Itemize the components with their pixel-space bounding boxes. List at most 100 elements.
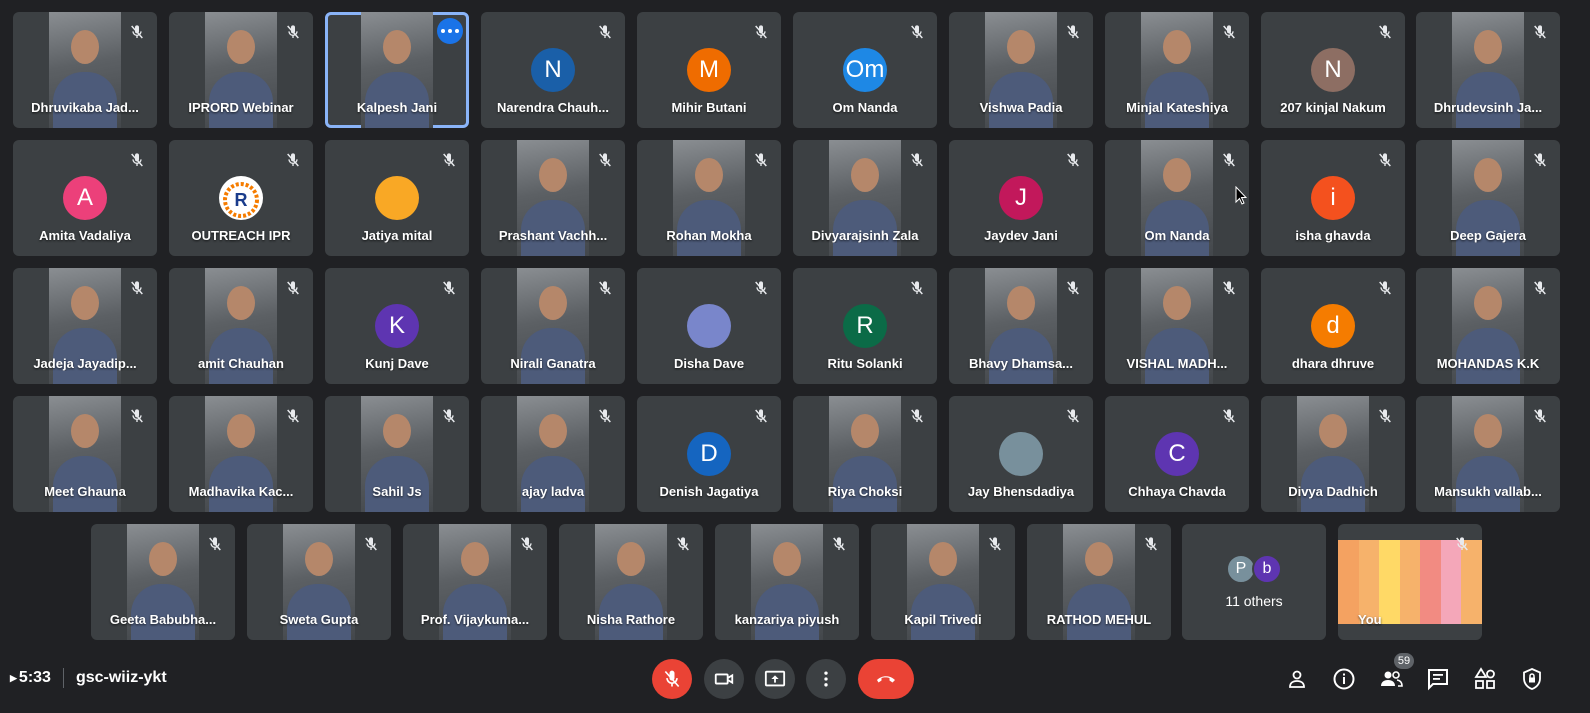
mic-muted-icon bbox=[1063, 22, 1083, 42]
mic-muted-icon bbox=[751, 150, 771, 170]
participant-tile[interactable]: M Mihir Butani bbox=[637, 12, 781, 128]
self-tile[interactable]: You bbox=[1338, 524, 1482, 640]
mic-muted-icon bbox=[595, 22, 615, 42]
participant-tile[interactable]: VISHAL MADH... bbox=[1105, 268, 1249, 384]
participant-tile[interactable]: Prashant Vachh... bbox=[481, 140, 625, 256]
participant-tile[interactable]: IPRORD Webinar bbox=[169, 12, 313, 128]
more-options-button[interactable] bbox=[806, 659, 846, 699]
participant-tile[interactable]: R OUTREACH IPR bbox=[169, 140, 313, 256]
participant-name: Denish Jagatiya bbox=[659, 484, 759, 499]
leave-call-button[interactable] bbox=[858, 659, 914, 699]
participant-tile[interactable]: kanzariya piyush bbox=[715, 524, 859, 640]
participant-tile[interactable]: Kalpesh Jani bbox=[325, 12, 469, 128]
participant-name: Om Nanda bbox=[832, 100, 898, 115]
mouse-cursor-icon bbox=[1235, 186, 1247, 205]
expand-caret-icon[interactable]: ▶ bbox=[10, 673, 17, 684]
participant-avatar: Om bbox=[843, 48, 887, 92]
participant-tile[interactable]: d dhara dhruve bbox=[1261, 268, 1405, 384]
participant-tile[interactable]: Geeta Babubha... bbox=[91, 524, 235, 640]
activities-button[interactable] bbox=[1472, 666, 1498, 692]
participant-name: Jatiya mital bbox=[361, 228, 433, 243]
participant-tile[interactable]: Disha Dave bbox=[637, 268, 781, 384]
camera-toggle-button[interactable] bbox=[704, 659, 744, 699]
security-button[interactable] bbox=[1519, 666, 1545, 692]
participant-tile[interactable]: Divyarajsinh Zala bbox=[793, 140, 937, 256]
participant-tile[interactable]: i isha ghavda bbox=[1261, 140, 1405, 256]
mic-muted-icon bbox=[595, 406, 615, 426]
participant-tile[interactable]: RATHOD MEHUL bbox=[1027, 524, 1171, 640]
participant-tile[interactable]: Minjal Kateshiya bbox=[1105, 12, 1249, 128]
mic-muted-icon bbox=[1063, 406, 1083, 426]
participant-tile[interactable]: Nisha Rathore bbox=[559, 524, 703, 640]
participant-name: Mansukh vallab... bbox=[1434, 484, 1542, 499]
mic-muted-icon bbox=[439, 278, 459, 298]
participant-tile[interactable]: A Amita Vadaliya bbox=[13, 140, 157, 256]
tile-options-button[interactable] bbox=[437, 18, 463, 44]
avatar-initial: D bbox=[700, 440, 718, 467]
participant-tile[interactable]: amit Chauhan bbox=[169, 268, 313, 384]
mic-toggle-button[interactable] bbox=[652, 659, 692, 699]
chat-button[interactable] bbox=[1425, 666, 1451, 692]
participant-tile[interactable]: Sweta Gupta bbox=[247, 524, 391, 640]
mic-muted-icon bbox=[1219, 22, 1239, 42]
participant-tile[interactable]: Vishwa Padia bbox=[949, 12, 1093, 128]
participant-avatar: C bbox=[1155, 432, 1199, 476]
mic-muted-icon bbox=[1375, 278, 1395, 298]
participant-tile[interactable]: D Denish Jagatiya bbox=[637, 396, 781, 512]
participant-tile[interactable]: Dhrudevsinh Ja... bbox=[1416, 12, 1560, 128]
participant-tile[interactable]: Meet Ghauna bbox=[13, 396, 157, 512]
participant-tile[interactable]: Jadeja Jayadip... bbox=[13, 268, 157, 384]
participant-tile[interactable]: Om Nanda bbox=[1105, 140, 1249, 256]
participant-tile[interactable]: Deep Gajera bbox=[1416, 140, 1560, 256]
mic-muted-icon bbox=[439, 150, 459, 170]
participant-tile[interactable]: Nirali Ganatra bbox=[481, 268, 625, 384]
participant-tile[interactable]: K Kunj Dave bbox=[325, 268, 469, 384]
mic-off-icon bbox=[664, 670, 680, 688]
mic-muted-icon bbox=[439, 406, 459, 426]
participant-tile[interactable]: Jay Bhensdadiya bbox=[949, 396, 1093, 512]
participant-tile[interactable]: Mansukh vallab... bbox=[1416, 396, 1560, 512]
participant-tile[interactable]: Riya Choksi bbox=[793, 396, 937, 512]
participant-name: VISHAL MADH... bbox=[1126, 356, 1228, 371]
participant-tile[interactable]: MOHANDAS K.K bbox=[1416, 268, 1560, 384]
participant-tile[interactable]: N 207 kinjal Nakum bbox=[1261, 12, 1405, 128]
bottom-toolbar: ▶ 5:33 gsc-wiiz-ykt 59 bbox=[0, 650, 1590, 713]
mic-muted-icon bbox=[595, 150, 615, 170]
participant-tile[interactable]: J Jaydev Jani bbox=[949, 140, 1093, 256]
others-tile[interactable]: Pb 11 others bbox=[1182, 524, 1326, 640]
mic-muted-icon bbox=[361, 534, 381, 554]
participant-tile[interactable]: Dhruvikaba Jad... bbox=[13, 12, 157, 128]
participant-tile[interactable]: Prof. Vijaykuma... bbox=[403, 524, 547, 640]
participant-name: Amita Vadaliya bbox=[39, 228, 131, 243]
participant-tile[interactable]: Madhavika Kac... bbox=[169, 396, 313, 512]
mic-muted-icon bbox=[595, 278, 615, 298]
people-button[interactable]: 59 bbox=[1378, 653, 1414, 692]
mic-muted-icon bbox=[1530, 150, 1550, 170]
activities-icon bbox=[1474, 667, 1495, 689]
participant-name: Divyarajsinh Zala bbox=[811, 228, 919, 243]
participant-tile[interactable]: C Chhaya Chavda bbox=[1105, 396, 1249, 512]
participant-name: amit Chauhan bbox=[198, 356, 284, 371]
participant-tile[interactable]: Sahil Js bbox=[325, 396, 469, 512]
participant-name: OUTREACH IPR bbox=[191, 228, 291, 243]
participant-name: Jadeja Jayadip... bbox=[33, 356, 137, 371]
participant-tile[interactable]: Kapil Trivedi bbox=[871, 524, 1015, 640]
meeting-details-button[interactable] bbox=[1331, 666, 1357, 692]
present-now-button[interactable] bbox=[755, 659, 795, 699]
security-icon bbox=[1523, 668, 1541, 690]
participant-name: Jaydev Jani bbox=[984, 228, 1058, 243]
participant-name: Bhavy Dhamsa... bbox=[968, 356, 1074, 371]
participant-tile[interactable]: R Ritu Solanki bbox=[793, 268, 937, 384]
participant-tile[interactable]: Rohan Mokha bbox=[637, 140, 781, 256]
participant-tile[interactable]: Bhavy Dhamsa... bbox=[949, 268, 1093, 384]
mic-muted-icon bbox=[517, 534, 537, 554]
host-controls-button[interactable] bbox=[1284, 666, 1310, 692]
participant-tile[interactable]: ajay ladva bbox=[481, 396, 625, 512]
participant-tile[interactable]: Divya Dadhich bbox=[1261, 396, 1405, 512]
mic-muted-icon bbox=[1219, 150, 1239, 170]
participant-tile[interactable]: Jatiya mital bbox=[325, 140, 469, 256]
participant-avatar: J bbox=[999, 176, 1043, 220]
avatar-initial: i bbox=[1330, 184, 1336, 211]
participant-tile[interactable]: N Narendra Chauh... bbox=[481, 12, 625, 128]
participant-tile[interactable]: Om Om Nanda bbox=[793, 12, 937, 128]
